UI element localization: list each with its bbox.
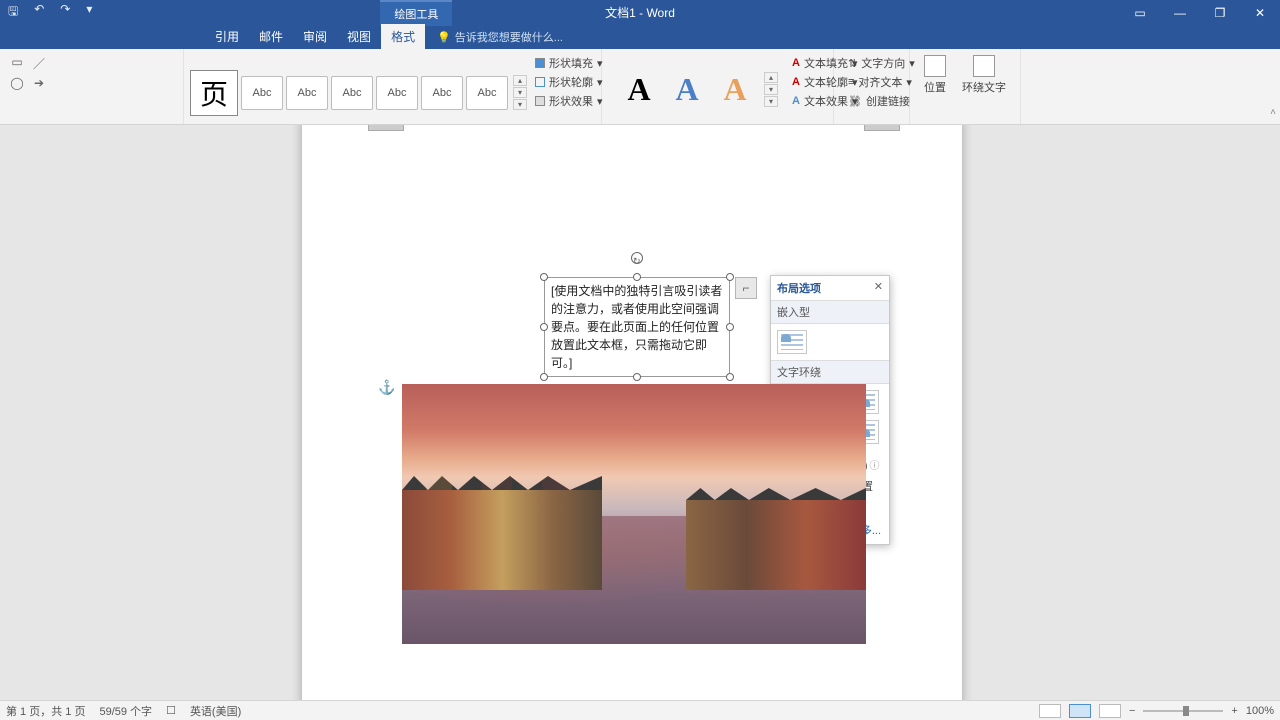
zoom-out-icon[interactable]: − <box>1129 705 1135 717</box>
shape-fill-button[interactable]: 形状填充▾ <box>535 55 603 71</box>
ruler-indent-marker[interactable] <box>368 125 404 131</box>
wrap-text-button[interactable]: 环绕文字 <box>954 51 1014 122</box>
rotate-handle[interactable] <box>631 252 643 264</box>
style-swatch-6[interactable]: Abc <box>466 76 508 110</box>
tab-format[interactable]: 格式 <box>381 24 425 49</box>
close-icon[interactable]: ✕ <box>1240 2 1280 24</box>
window-controls: ▭ — ❐ ✕ <box>1120 2 1280 24</box>
anchor-icon: ⚓ <box>378 379 395 396</box>
style-swatch-3[interactable]: Abc <box>331 76 373 110</box>
section-inline: 嵌入型 <box>771 300 889 324</box>
document-title: 文档1 - Word <box>605 4 675 21</box>
shape-outline-button[interactable]: 形状轮廓▾ <box>535 74 603 90</box>
redo-icon[interactable]: ↷ <box>60 2 70 23</box>
shape-arrow-icon[interactable]: ➔ <box>32 76 46 90</box>
text-direction-button[interactable]: ⇅文字方向▾ <box>848 55 897 71</box>
group-insert-shapes: ▭ ／ ◯ ➔ <box>0 49 184 124</box>
language-status[interactable]: 英语(美国) <box>190 703 241 719</box>
view-print-layout[interactable] <box>1069 704 1091 718</box>
shape-oval-icon[interactable]: ◯ <box>10 76 24 90</box>
status-bar: 第 1 页，共 1 页 59/59 个字 ☐ 英语(美国) − + 100% <box>0 700 1280 720</box>
zoom-slider[interactable] <box>1143 710 1223 712</box>
minimize-icon[interactable]: — <box>1160 2 1200 24</box>
resize-handle-e[interactable] <box>726 323 734 331</box>
word-count[interactable]: 59/59 个字 <box>99 703 152 719</box>
resize-handle-nw[interactable] <box>540 273 548 281</box>
quick-access-toolbar: 🖫 ↶ ↷ ▾ <box>0 2 100 23</box>
layout-options-title: 布局选项 <box>777 280 821 296</box>
ribbon: ▭ ／ ◯ ➔ 页 Abc Abc Abc Abc Abc Abc ▴▾▾ 形状填充… <box>0 49 1280 125</box>
section-wrap: 文字环绕 <box>771 360 889 384</box>
resize-handle-s[interactable] <box>633 373 641 381</box>
wordart-style-3[interactable]: A <box>714 71 756 108</box>
tab-review[interactable]: 审阅 <box>293 24 337 49</box>
layout-options-button[interactable]: ⌐ <box>735 277 757 299</box>
shape-rect-icon[interactable]: ▭ <box>10 55 24 72</box>
tab-references[interactable]: 引用 <box>205 24 249 49</box>
group-arrange: 位置 环绕文字 <box>910 49 1021 124</box>
style-swatch-1[interactable]: Abc <box>241 76 283 110</box>
inserted-image[interactable] <box>402 384 866 644</box>
position-button[interactable]: 位置 <box>916 51 954 122</box>
page-status[interactable]: 第 1 页，共 1 页 <box>6 703 85 719</box>
style-swatch-2[interactable]: Abc <box>286 76 328 110</box>
ribbon-display-icon[interactable]: ▭ <box>1120 2 1160 24</box>
collapse-ribbon-icon[interactable]: ˄ <box>1270 107 1276 118</box>
ruler-indent-marker[interactable] <box>864 125 900 131</box>
resize-handle-se[interactable] <box>726 373 734 381</box>
save-icon[interactable]: 🖫 <box>8 2 18 23</box>
style-swatch-4[interactable]: Abc <box>376 76 418 110</box>
lightbulb-icon: 💡 <box>437 31 451 44</box>
group-shape-styles: 页 Abc Abc Abc Abc Abc Abc ▴▾▾ 形状填充▾ 形状轮廓… <box>184 49 602 124</box>
tab-view[interactable]: 视图 <box>337 24 381 49</box>
tell-me-search[interactable]: 💡 告诉我您想要做什么... <box>431 25 569 49</box>
align-text-button[interactable]: ≡对齐文本▾ <box>848 74 897 90</box>
maximize-icon[interactable]: ❐ <box>1200 2 1240 24</box>
shape-effects-button[interactable]: 形状效果▾ <box>535 93 603 109</box>
undo-icon[interactable]: ↶ <box>34 2 44 23</box>
wrap-inline[interactable] <box>777 330 807 354</box>
group-text: ⇅文字方向▾ ≡对齐文本▾ ⛓创建链接 <box>834 49 910 124</box>
ribbon-tabs: 引用 邮件 审阅 视图 格式 💡 告诉我您想要做什么... <box>0 25 1280 49</box>
context-tab-drawing-tools: 绘图工具 <box>380 0 452 26</box>
resize-handle-ne[interactable] <box>726 273 734 281</box>
title-bar: 🖫 ↶ ↷ ▾ 绘图工具 文档1 - Word ▭ — ❐ ✕ <box>0 0 1280 25</box>
wordart-more[interactable]: ▴▾▾ <box>764 72 778 107</box>
close-callout-icon[interactable]: ✕ <box>874 280 883 296</box>
create-link-button[interactable]: ⛓创建链接 <box>848 93 897 109</box>
view-web-layout[interactable] <box>1099 704 1121 718</box>
resize-handle-n[interactable] <box>633 273 641 281</box>
proofing-icon[interactable]: ☐ <box>166 704 176 717</box>
resize-handle-w[interactable] <box>540 323 548 331</box>
text-box-content: [使用文档中的独特引言吸引读者的注意力，或者使用此空间强调要点。要在此页面上的任… <box>551 284 722 370</box>
qat-more-icon[interactable]: ▾ <box>86 2 92 23</box>
document-canvas: ⚓ [使用文档中的独特引言吸引读者的注意力，或者使用此空间强调要点。要在此页面上… <box>0 125 1280 700</box>
group-wordart: A A A ▴▾▾ A文本填充▾ A文本轮廓▾ A文本效果▾ <box>602 49 834 124</box>
layout-options-icon: ⌐ <box>742 281 749 295</box>
wordart-style-2[interactable]: A <box>666 71 708 108</box>
zoom-level[interactable]: 100% <box>1246 705 1274 717</box>
tab-mailings[interactable]: 邮件 <box>249 24 293 49</box>
tell-me-placeholder: 告诉我您想要做什么... <box>455 29 563 45</box>
zoom-in-icon[interactable]: + <box>1231 705 1237 717</box>
wordart-style-1[interactable]: A <box>618 71 660 108</box>
view-read-mode[interactable] <box>1039 704 1061 718</box>
resize-handle-sw[interactable] <box>540 373 548 381</box>
style-swatch-large[interactable]: 页 <box>190 70 238 116</box>
info-icon[interactable]: ⓘ <box>870 461 880 472</box>
shape-line-icon[interactable]: ／ <box>32 55 46 72</box>
style-swatch-5[interactable]: Abc <box>421 76 463 110</box>
text-box[interactable]: [使用文档中的独特引言吸引读者的注意力，或者使用此空间强调要点。要在此页面上的任… <box>544 277 730 377</box>
style-gallery-more[interactable]: ▴▾▾ <box>513 75 527 110</box>
